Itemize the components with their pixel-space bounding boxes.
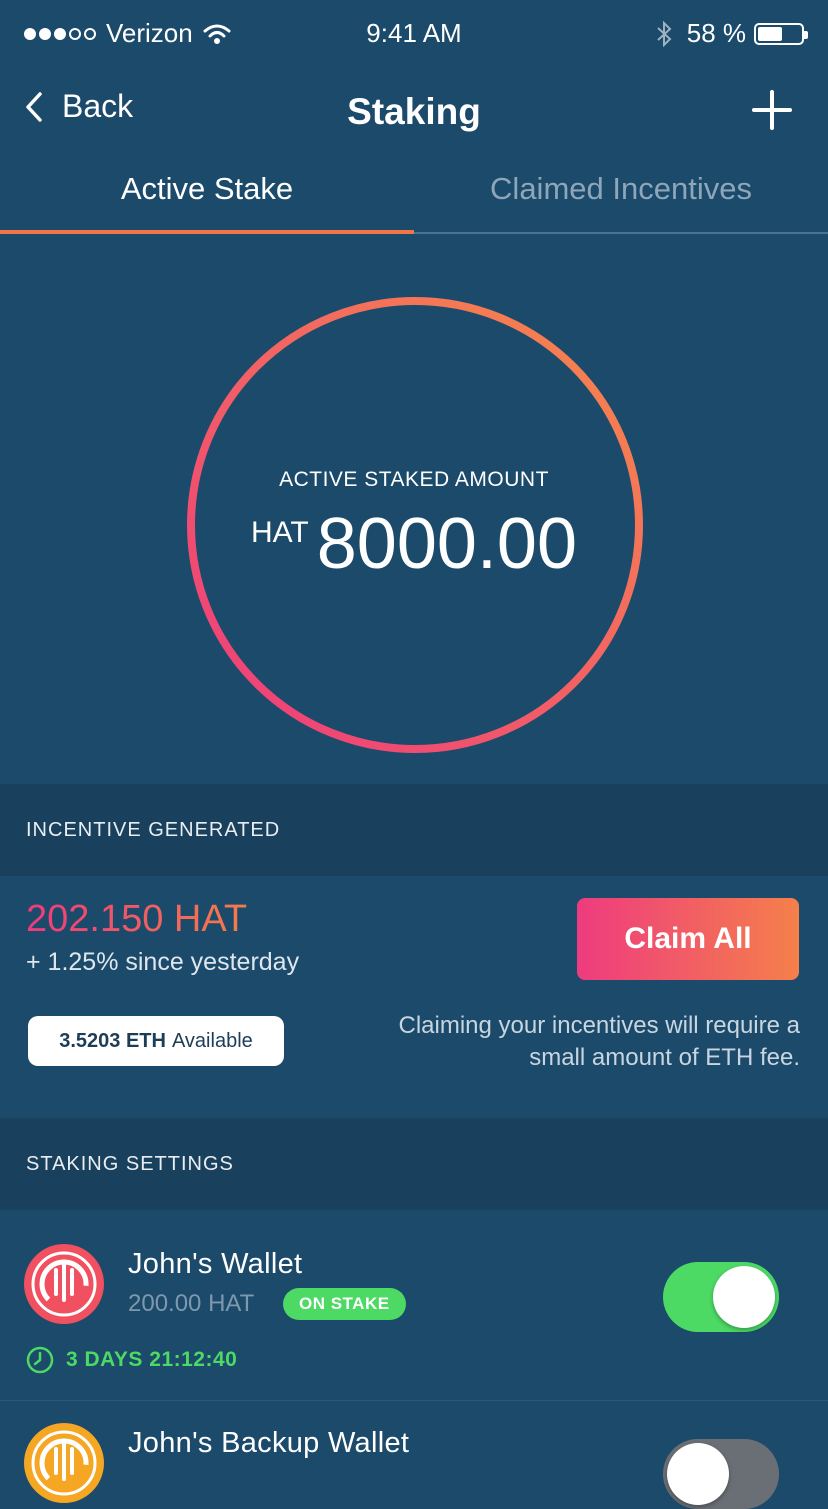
incentive-amount: 202.150 HAT [26, 898, 248, 940]
claim-all-button[interactable]: Claim All [577, 898, 799, 980]
battery-icon [754, 22, 808, 45]
wallet-logo-icon [24, 1423, 104, 1503]
stake-toggle[interactable] [663, 1262, 779, 1332]
clock-icon [26, 1346, 54, 1374]
fee-note: Claiming your incentives will require a … [398, 1012, 801, 1071]
toggle-knob [667, 1443, 729, 1505]
incentive-header-label: INCENTIVE GENERATED [26, 819, 281, 841]
stake-label: ACTIVE STAKED AMOUNT [279, 468, 549, 491]
bluetooth-icon [657, 20, 672, 47]
stake-amount: HAT 8000.00 [0, 504, 828, 584]
incentive-header: INCENTIVE GENERATED [0, 784, 828, 876]
wallet-amount: 200.00 HAT [128, 1290, 255, 1317]
wallet-emblem-icon [31, 1251, 97, 1317]
page-title: Staking [347, 91, 481, 132]
timer-text: 3 DAYS 21:12:40 [66, 1348, 238, 1371]
stake-timer: 3 DAYS 21:12:40 [26, 1346, 237, 1374]
tab-bar: Active Stake Claimed Incentives [0, 156, 828, 234]
tab-active-stake[interactable]: Active Stake [0, 156, 414, 232]
incentive-panel: 202.150 HAT + 1.25% since yesterday Clai… [0, 876, 828, 1118]
eth-suffix: Available [171, 1029, 253, 1052]
tab-claimed-incentives[interactable]: Claimed Incentives [414, 156, 828, 232]
status-badge: ON STAKE [283, 1288, 406, 1320]
stake-unit: HAT [250, 516, 309, 549]
plus-icon[interactable] [752, 90, 792, 130]
toggle-knob [713, 1266, 775, 1328]
wallet-row[interactable]: John's Wallet 200.00 HAT ON STAKE 3 DAYS… [0, 1210, 828, 1401]
eth-available-pill: 3.5203 ETH Available [28, 1016, 284, 1066]
wallet-name: John's Wallet [128, 1248, 303, 1280]
status-bar: Verizon 9:41 AM 58 % [0, 0, 828, 66]
wallet-row[interactable]: John's Backup Wallet [0, 1401, 828, 1509]
stake-value: 8000.00 [316, 504, 578, 584]
battery-percent: 58 % [686, 18, 746, 48]
status-right: 58 % [655, 18, 808, 49]
settings-header: STAKING SETTINGS [0, 1118, 828, 1210]
wallet-name: John's Backup Wallet [128, 1427, 410, 1459]
eth-amount: 3.5203 ETH [59, 1029, 166, 1052]
settings-header-label: STAKING SETTINGS [26, 1153, 234, 1175]
incentive-change: + 1.25% since yesterday [26, 948, 300, 976]
nav-bar: Back Staking [0, 66, 828, 156]
wallet-logo-icon [24, 1244, 104, 1324]
stake-toggle[interactable] [663, 1439, 779, 1509]
battery-fill [758, 26, 782, 41]
stake-ring-area: ACTIVE STAKED AMOUNT HAT 8000.00 [0, 234, 828, 784]
wallet-emblem-icon [31, 1430, 97, 1496]
